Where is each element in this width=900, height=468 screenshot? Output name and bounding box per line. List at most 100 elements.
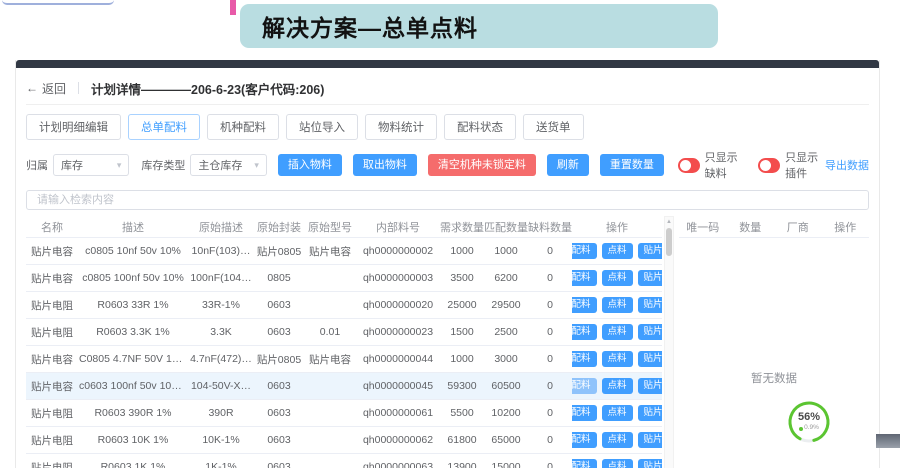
tab-配料状态[interactable]: 配料状态 (444, 114, 516, 140)
row-action-贴片[interactable]: 贴片 (638, 432, 662, 448)
edge-scroll-object[interactable] (876, 434, 900, 448)
table-row[interactable]: 贴片电容c0603 100nf 50v 10% 104104-50V-X…060… (26, 373, 662, 400)
row-action-贴片[interactable]: 贴片 (638, 459, 662, 468)
tab-送货单[interactable]: 送货单 (523, 114, 584, 140)
row-action-配料[interactable]: 配料 (572, 243, 597, 259)
row-action-配料[interactable]: 配料 (572, 432, 597, 448)
row-action-贴片[interactable]: 贴片 (638, 378, 662, 394)
cell-name: 贴片电阻 (26, 406, 78, 421)
row-action-配料[interactable]: 配料 (572, 459, 597, 468)
cell-name: 贴片电阻 (26, 325, 78, 340)
row-actions: 配料点料贴片 (572, 405, 662, 421)
row-action-点料[interactable]: 点料 (602, 243, 633, 259)
row-action-点料[interactable]: 点料 (602, 405, 633, 421)
chevron-down-icon: ▾ (117, 160, 122, 171)
cell-desc: R0603 3.3K 1% (78, 326, 188, 338)
cell-desc: c0805 10nf 50v 10% (78, 245, 188, 257)
scrollbar-thumb[interactable] (666, 228, 672, 256)
toolbar-button-取出物料[interactable]: 取出物料 (353, 154, 417, 176)
row-action-配料[interactable]: 配料 (572, 297, 597, 313)
toggle-只显示缺料[interactable] (678, 158, 700, 173)
cell-need: 61800 (440, 434, 484, 446)
cell-odesc: 1K-1% (188, 461, 254, 468)
owner-select-value: 库存 (61, 157, 83, 173)
cell-lack: 0 (528, 407, 572, 419)
cell-name: 贴片电容 (26, 271, 78, 286)
row-action-点料[interactable]: 点料 (602, 270, 633, 286)
cell-pn: qh0000000044 (356, 353, 440, 365)
progress-dot-icon (799, 427, 803, 431)
cell-need: 1000 (440, 245, 484, 257)
row-action-配料[interactable]: 配料 (572, 324, 597, 340)
empty-data-text: 暂无数据 (679, 370, 869, 386)
header-divider (78, 82, 79, 94)
cell-odesc: 390R (188, 407, 254, 419)
cell-pn: qh0000000003 (356, 272, 440, 284)
column-header: 缺料数量 (528, 219, 572, 235)
cell-need: 5500 (440, 407, 484, 419)
table-row[interactable]: 贴片电容c0805 10nf 50v 10%10nF(103)…贴片0805贴片… (26, 238, 662, 265)
row-action-点料[interactable]: 点料 (602, 351, 633, 367)
toolbar-button-插入物料[interactable]: 插入物料 (278, 154, 342, 176)
cell-lack: 0 (528, 461, 572, 468)
progress-ring: 56% 0.9% (786, 399, 832, 445)
table-row[interactable]: 贴片电阻R0603 10K 1%10K-1%0603qh000000006261… (26, 427, 662, 454)
cell-lack: 0 (528, 434, 572, 446)
row-actions: 配料点料贴片 (572, 432, 662, 448)
row-action-贴片[interactable]: 贴片 (638, 351, 662, 367)
tab-站位导入[interactable]: 站位导入 (286, 114, 358, 140)
row-action-配料[interactable]: 配料 (572, 270, 597, 286)
stock-type-select-value: 主仓库存 (198, 157, 242, 173)
toolbar-button-清空机种未锁定料[interactable]: 清空机种未锁定料 (428, 154, 536, 176)
toolbar-button-刷新[interactable]: 刷新 (547, 154, 589, 176)
row-action-点料[interactable]: 点料 (602, 324, 633, 340)
cell-opkg: 0603 (254, 407, 304, 419)
row-action-贴片[interactable]: 贴片 (638, 405, 662, 421)
row-action-配料[interactable]: 配料 (572, 405, 597, 421)
row-actions: 配料点料贴片 (572, 243, 662, 259)
cell-match: 3000 (484, 353, 528, 365)
unique-code-table: 唯一码数量厂商操作 暂无数据 (679, 216, 869, 468)
row-action-配料[interactable]: 配料 (572, 378, 597, 394)
search-input[interactable] (26, 190, 869, 210)
table-row[interactable]: 贴片电阻R0603 1K 1%1K-1%0603qh00000000631390… (26, 454, 662, 468)
toggle-只显示插件[interactable] (758, 158, 780, 173)
cell-odesc: 10nF(103)… (188, 245, 254, 257)
row-actions: 配料点料贴片 (572, 324, 662, 340)
row-action-点料[interactable]: 点料 (602, 378, 633, 394)
row-actions: 配料点料贴片 (572, 351, 662, 367)
cell-lack: 0 (528, 353, 572, 365)
stock-type-select[interactable]: 主仓库存 ▾ (190, 154, 266, 176)
table-row[interactable]: 贴片电阻R0603 3.3K 1%3.3K06030.01qh000000002… (26, 319, 662, 346)
cell-odesc: 33R-1% (188, 299, 254, 311)
table-row[interactable]: 贴片电容C0805 4.7NF 50V 10% …4.7nF(472)…贴片08… (26, 346, 662, 373)
row-action-配料[interactable]: 配料 (572, 351, 597, 367)
tab-计划明细编辑[interactable]: 计划明细编辑 (26, 114, 121, 140)
cell-name: 贴片电容 (26, 244, 78, 259)
toolbar-button-重置数量[interactable]: 重置数量 (600, 154, 664, 176)
table-row[interactable]: 贴片电容c0805 100nf 50v 10%100nF(104…0805qh0… (26, 265, 662, 292)
cell-pn: qh0000000045 (356, 380, 440, 392)
tab-机种配料[interactable]: 机种配料 (207, 114, 279, 140)
back-button[interactable]: ← 返回 (26, 80, 66, 97)
cell-pn: qh0000000020 (356, 299, 440, 311)
row-actions: 配料点料贴片 (572, 378, 662, 394)
cell-lack: 0 (528, 272, 572, 284)
row-action-点料[interactable]: 点料 (602, 459, 633, 468)
export-data-link[interactable]: 导出数据 (825, 157, 869, 173)
tab-总单配料[interactable]: 总单配料 (128, 114, 200, 140)
tab-物料统计[interactable]: 物料统计 (365, 114, 437, 140)
table-row[interactable]: 贴片电阻R0603 390R 1%390R0603qh0000000061550… (26, 400, 662, 427)
row-action-点料[interactable]: 点料 (602, 432, 633, 448)
table-scrollbar[interactable]: ▲ (664, 216, 674, 468)
row-action-贴片[interactable]: 贴片 (638, 243, 662, 259)
table-row[interactable]: 贴片电阻R0603 33R 1%33R-1%0603qh000000002025… (26, 292, 662, 319)
back-label: 返回 (42, 80, 66, 97)
owner-select[interactable]: 库存 ▾ (53, 154, 129, 176)
row-action-贴片[interactable]: 贴片 (638, 297, 662, 313)
row-action-贴片[interactable]: 贴片 (638, 324, 662, 340)
cell-match: 10200 (484, 407, 528, 419)
row-action-贴片[interactable]: 贴片 (638, 270, 662, 286)
column-header: 内部料号 (356, 219, 440, 235)
row-action-点料[interactable]: 点料 (602, 297, 633, 313)
